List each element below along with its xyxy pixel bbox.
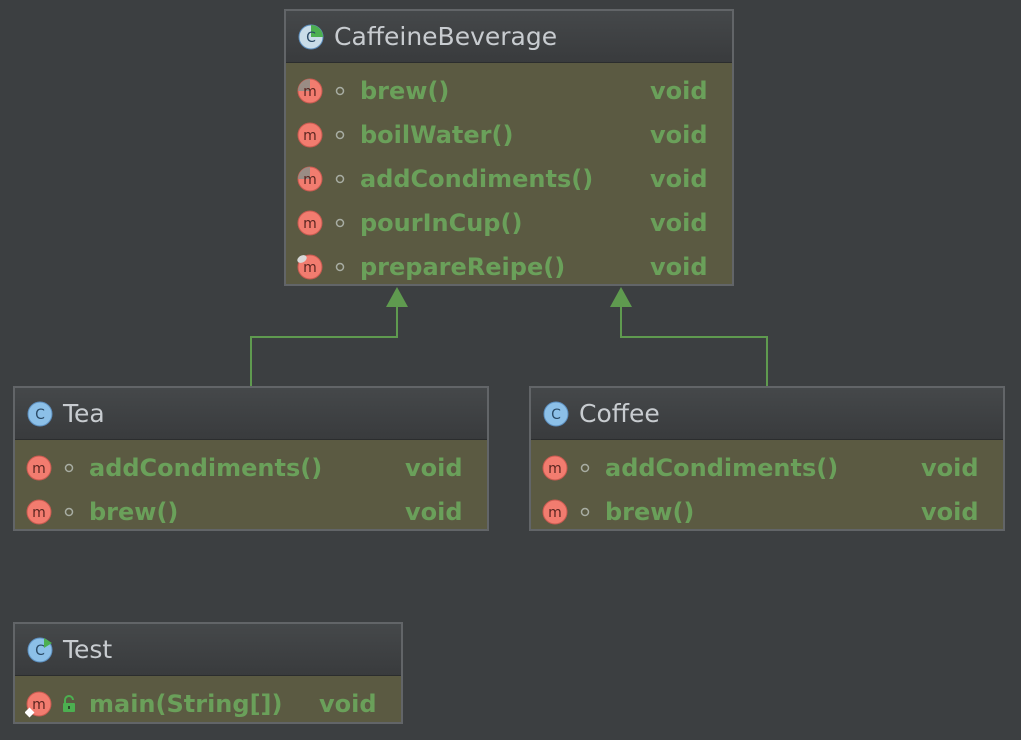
svg-text:m: m <box>32 697 46 713</box>
method-name: boilWater() <box>360 121 514 149</box>
return-type: void <box>650 253 708 281</box>
package-visibility-icon <box>575 506 595 518</box>
return-type: void <box>921 498 979 526</box>
return-type: void <box>405 498 463 526</box>
class-icon: C <box>27 401 53 427</box>
class-node-coffee[interactable]: C Coffee m addCondiments() void m brew() void <box>529 386 1005 531</box>
method-row-brew[interactable]: m brew() void <box>15 490 487 534</box>
method-icon: m <box>296 121 324 149</box>
class-header[interactable]: C Coffee <box>531 388 1003 440</box>
svg-text:C: C <box>551 407 561 423</box>
method-row-addcondiments[interactable]: m addCondiments() void <box>15 446 487 490</box>
return-type: void <box>650 209 708 237</box>
class-node-tea[interactable]: C Tea m addCondiments() void m brew() void <box>13 386 489 531</box>
inheritance-edge-tea <box>250 306 398 387</box>
svg-text:m: m <box>303 216 317 232</box>
method-name: addCondiments() <box>605 454 839 482</box>
method-row-addcondiments[interactable]: m addCondiments() void <box>286 157 732 201</box>
class-header[interactable]: C CaffeineBeverage <box>286 11 732 63</box>
method-name: main(String[]) <box>89 690 283 718</box>
class-name: Test <box>63 635 113 664</box>
class-icon: C <box>543 401 569 427</box>
return-type: void <box>921 454 979 482</box>
method-row-pourincup[interactable]: m pourInCup() void <box>286 201 732 245</box>
class-node-caffeine-beverage[interactable]: C CaffeineBeverage m brew() void m boilWater()… <box>284 9 734 286</box>
inheritance-arrow-coffee <box>610 287 632 307</box>
method-list: m main(String[]) void <box>15 676 401 726</box>
method-name: addCondiments() <box>89 454 323 482</box>
method-list: m addCondiments() void m brew() void <box>531 440 1003 534</box>
method-list: m addCondiments() void m brew() void <box>15 440 487 534</box>
method-name: pourInCup() <box>360 209 523 237</box>
runnable-class-icon: C <box>27 637 53 663</box>
svg-text:m: m <box>32 505 46 521</box>
return-type: void <box>405 454 463 482</box>
svg-text:m: m <box>548 461 562 477</box>
return-type: void <box>650 165 708 193</box>
package-visibility-icon <box>575 462 595 474</box>
inheritance-edge-coffee <box>620 306 768 387</box>
method-row-brew[interactable]: m brew() void <box>531 490 1003 534</box>
inheritance-arrow-tea <box>386 287 408 307</box>
package-visibility-icon <box>330 261 350 273</box>
return-type: void <box>319 690 377 718</box>
class-name: Coffee <box>579 399 660 428</box>
svg-text:m: m <box>548 505 562 521</box>
class-name: Tea <box>63 399 105 428</box>
method-row-brew[interactable]: m brew() void <box>286 69 732 113</box>
method-list: m brew() void m boilWater() void m addCondiment… <box>286 63 732 289</box>
method-name: brew() <box>89 498 179 526</box>
method-name: brew() <box>605 498 695 526</box>
final-method-icon: m <box>296 253 324 281</box>
package-visibility-icon <box>59 506 79 518</box>
svg-text:m: m <box>303 128 317 144</box>
method-icon: m <box>296 209 324 237</box>
method-icon: m <box>541 498 569 526</box>
method-icon: m <box>541 454 569 482</box>
package-visibility-icon <box>330 217 350 229</box>
method-row-main-string[interactable]: m main(String[]) void <box>15 682 401 726</box>
package-visibility-icon <box>330 85 350 97</box>
class-name: CaffeineBeverage <box>334 22 558 51</box>
static-method-icon: m <box>25 690 53 718</box>
abstract-class-icon: C <box>298 24 324 50</box>
method-name: brew() <box>360 77 450 105</box>
method-row-boilwater[interactable]: m boilWater() void <box>286 113 732 157</box>
return-type: void <box>650 121 708 149</box>
method-row-addcondiments[interactable]: m addCondiments() void <box>531 446 1003 490</box>
svg-text:C: C <box>35 643 45 659</box>
package-visibility-icon <box>330 173 350 185</box>
return-type: void <box>650 77 708 105</box>
package-visibility-icon <box>59 462 79 474</box>
class-header[interactable]: C Test <box>15 624 401 676</box>
svg-text:m: m <box>32 461 46 477</box>
method-row-preparereipe[interactable]: m prepareReipe() void <box>286 245 732 289</box>
svg-text:C: C <box>306 30 316 46</box>
method-name: addCondiments() <box>360 165 594 193</box>
method-icon: m <box>25 454 53 482</box>
abstract-method-icon: m <box>296 77 324 105</box>
svg-text:C: C <box>35 407 45 423</box>
public-visibility-icon <box>59 694 79 714</box>
class-header[interactable]: C Tea <box>15 388 487 440</box>
method-name: prepareReipe() <box>360 253 566 281</box>
class-node-test[interactable]: C Test m main(String[]) void <box>13 622 403 724</box>
method-icon: m <box>25 498 53 526</box>
abstract-method-icon: m <box>296 165 324 193</box>
svg-text:m: m <box>303 172 317 188</box>
svg-text:m: m <box>303 84 317 100</box>
svg-text:m: m <box>303 260 317 276</box>
package-visibility-icon <box>330 129 350 141</box>
